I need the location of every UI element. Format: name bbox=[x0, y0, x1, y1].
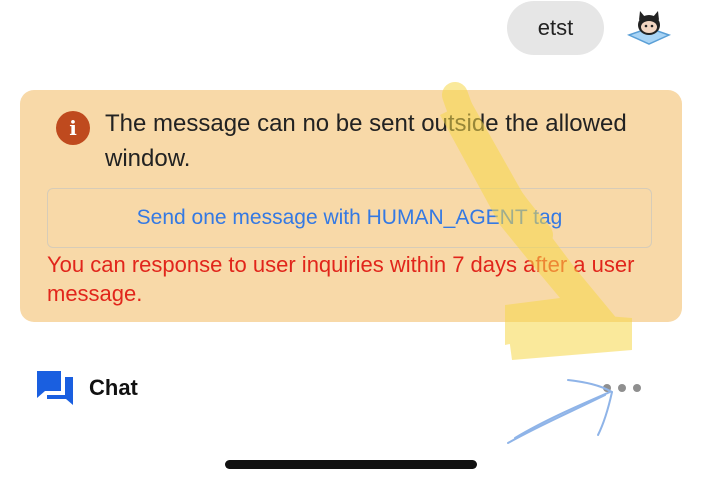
more-dots-icon bbox=[603, 384, 611, 392]
scribble-arrow bbox=[507, 379, 613, 444]
warning-message: The message can no be sent outside the a… bbox=[105, 110, 627, 172]
more-options-button[interactable] bbox=[603, 377, 641, 399]
send-window-warning: i The message can no be sent outside the… bbox=[20, 90, 682, 322]
info-icon: i bbox=[56, 111, 90, 145]
window-error-text: You can response to user inquiries withi… bbox=[47, 252, 635, 306]
home-indicator bbox=[225, 460, 477, 469]
send-human-agent-button[interactable]: Send one message with HUMAN_AGENT tag bbox=[47, 188, 652, 248]
chat-tab-label: Chat bbox=[89, 375, 138, 400]
send-human-agent-label: Send one message with HUMAN_AGENT tag bbox=[136, 206, 563, 229]
chat-tab[interactable]: Chat bbox=[36, 368, 138, 408]
sent-message-bubble[interactable]: etst bbox=[507, 1, 604, 55]
user-avatar bbox=[626, 11, 672, 45]
chat-bubbles-icon bbox=[37, 371, 73, 405]
sent-message-text: etst bbox=[537, 15, 574, 40]
